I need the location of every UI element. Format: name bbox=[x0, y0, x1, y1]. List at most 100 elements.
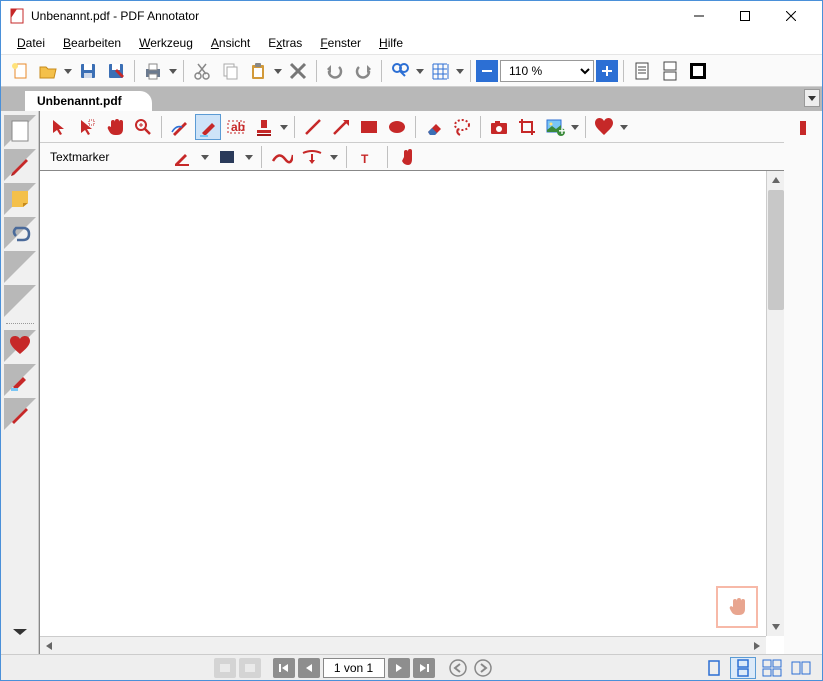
select-tool[interactable] bbox=[46, 114, 72, 140]
svg-text:T: T bbox=[361, 152, 369, 165]
pan-tool[interactable] bbox=[102, 114, 128, 140]
menu-extras[interactable]: Extras bbox=[260, 34, 310, 52]
width-dropdown[interactable] bbox=[329, 153, 339, 161]
document-page[interactable] bbox=[42, 173, 764, 634]
fill-color-button[interactable] bbox=[214, 144, 240, 170]
view-book-button[interactable] bbox=[788, 657, 814, 679]
view-single-button[interactable] bbox=[701, 657, 727, 679]
vertical-scrollbar[interactable] bbox=[766, 171, 784, 636]
rail-pen[interactable] bbox=[4, 149, 36, 181]
snapshot-tool[interactable] bbox=[486, 114, 512, 140]
rail-attachment[interactable] bbox=[4, 217, 36, 249]
rail-favorite[interactable] bbox=[4, 330, 36, 362]
tabs-overflow-button[interactable] bbox=[804, 89, 820, 107]
rectangle-tool[interactable] bbox=[356, 114, 382, 140]
print-button[interactable] bbox=[140, 58, 166, 84]
copy-button[interactable] bbox=[217, 58, 243, 84]
view-two-page-button[interactable] bbox=[759, 657, 785, 679]
print-dropdown[interactable] bbox=[168, 67, 178, 75]
maximize-button[interactable] bbox=[722, 1, 768, 31]
prev-page-button[interactable] bbox=[298, 658, 320, 678]
scroll-thumb[interactable] bbox=[768, 190, 784, 310]
rail-more-2[interactable] bbox=[4, 285, 36, 317]
fill-dropdown[interactable] bbox=[244, 153, 254, 161]
save-button[interactable] bbox=[75, 58, 101, 84]
open-dropdown[interactable] bbox=[63, 67, 73, 75]
grid-dropdown[interactable] bbox=[455, 67, 465, 75]
next-page-button[interactable] bbox=[388, 658, 410, 678]
paste-dropdown[interactable] bbox=[273, 67, 283, 75]
document-tab[interactable]: Unbenannt.pdf bbox=[25, 91, 152, 111]
stroke-style-button[interactable] bbox=[269, 144, 295, 170]
find-dropdown[interactable] bbox=[415, 67, 425, 75]
menu-fenster[interactable]: Fenster bbox=[312, 34, 369, 52]
stamp-dropdown[interactable] bbox=[279, 123, 289, 131]
paste-button[interactable] bbox=[245, 58, 271, 84]
nav-forward-button[interactable] bbox=[472, 658, 494, 678]
color-picker-button[interactable] bbox=[170, 144, 196, 170]
first-page-button[interactable] bbox=[273, 658, 295, 678]
menu-bearbeiten[interactable]: Bearbeiten bbox=[55, 34, 129, 52]
zoom-out-button[interactable] bbox=[476, 60, 498, 82]
scroll-down-button[interactable] bbox=[767, 618, 784, 636]
menu-werkzeug[interactable]: Werkzeug bbox=[131, 34, 201, 52]
eraser-tool[interactable] bbox=[421, 114, 447, 140]
pan-overlay-button[interactable] bbox=[716, 586, 758, 628]
redo-button[interactable] bbox=[350, 58, 376, 84]
menu-ansicht[interactable]: Ansicht bbox=[203, 34, 258, 52]
rail-note[interactable] bbox=[4, 183, 36, 215]
canvas-area[interactable] bbox=[40, 171, 784, 654]
page-number-field[interactable]: 1 von 1 bbox=[323, 658, 385, 678]
new-doc-button[interactable] bbox=[7, 58, 33, 84]
last-page-button[interactable] bbox=[413, 658, 435, 678]
next-view-button[interactable] bbox=[239, 658, 261, 678]
color-dropdown[interactable] bbox=[200, 153, 210, 161]
minimize-button[interactable] bbox=[676, 1, 722, 31]
find-button[interactable] bbox=[387, 58, 413, 84]
image-dropdown[interactable] bbox=[570, 123, 580, 131]
cut-button[interactable] bbox=[189, 58, 215, 84]
highlighter-tool[interactable] bbox=[195, 114, 221, 140]
save-as-button[interactable] bbox=[103, 58, 129, 84]
text-tool[interactable]: ab bbox=[223, 114, 249, 140]
zoom-tool[interactable] bbox=[130, 114, 156, 140]
menu-hilfe[interactable]: Hilfe bbox=[371, 34, 411, 52]
undo-button[interactable] bbox=[322, 58, 348, 84]
prev-view-button[interactable] bbox=[214, 658, 236, 678]
menu-datei[interactable]: Datei bbox=[9, 34, 53, 52]
continuous-page-button[interactable] bbox=[657, 58, 683, 84]
single-page-button[interactable] bbox=[629, 58, 655, 84]
open-button[interactable] bbox=[35, 58, 61, 84]
close-button[interactable] bbox=[768, 1, 814, 31]
arrow-tool[interactable] bbox=[328, 114, 354, 140]
scroll-up-button[interactable] bbox=[767, 171, 784, 189]
line-width-button[interactable] bbox=[299, 144, 325, 170]
scroll-right-button[interactable] bbox=[748, 641, 766, 651]
horizontal-scrollbar[interactable] bbox=[40, 636, 766, 654]
gesture-button[interactable] bbox=[395, 144, 421, 170]
lasso-tool[interactable] bbox=[449, 114, 475, 140]
favorites-tool[interactable] bbox=[591, 114, 617, 140]
select-annotations-tool[interactable] bbox=[74, 114, 100, 140]
text-style-button[interactable]: T bbox=[354, 144, 380, 170]
rail-pen-fav[interactable] bbox=[4, 398, 36, 430]
line-tool[interactable] bbox=[300, 114, 326, 140]
rail-collapse[interactable] bbox=[4, 618, 36, 650]
delete-button[interactable] bbox=[285, 58, 311, 84]
image-tool[interactable]: + bbox=[542, 114, 568, 140]
fullscreen-button[interactable] bbox=[685, 58, 711, 84]
pen-tool[interactable] bbox=[167, 114, 193, 140]
zoom-in-button[interactable] bbox=[596, 60, 618, 82]
rail-highlighter-fav[interactable] bbox=[4, 364, 36, 396]
ellipse-tool[interactable] bbox=[384, 114, 410, 140]
rail-blank-page[interactable] bbox=[4, 115, 36, 147]
stamp-tool[interactable] bbox=[251, 114, 277, 140]
grid-button[interactable] bbox=[427, 58, 453, 84]
rail-more-1[interactable] bbox=[4, 251, 36, 283]
view-continuous-button[interactable] bbox=[730, 657, 756, 679]
crop-tool[interactable] bbox=[514, 114, 540, 140]
nav-back-button[interactable] bbox=[447, 658, 469, 678]
favorites-dropdown[interactable] bbox=[619, 123, 629, 131]
scroll-left-button[interactable] bbox=[40, 641, 58, 651]
zoom-select[interactable]: 110 % bbox=[500, 60, 594, 82]
